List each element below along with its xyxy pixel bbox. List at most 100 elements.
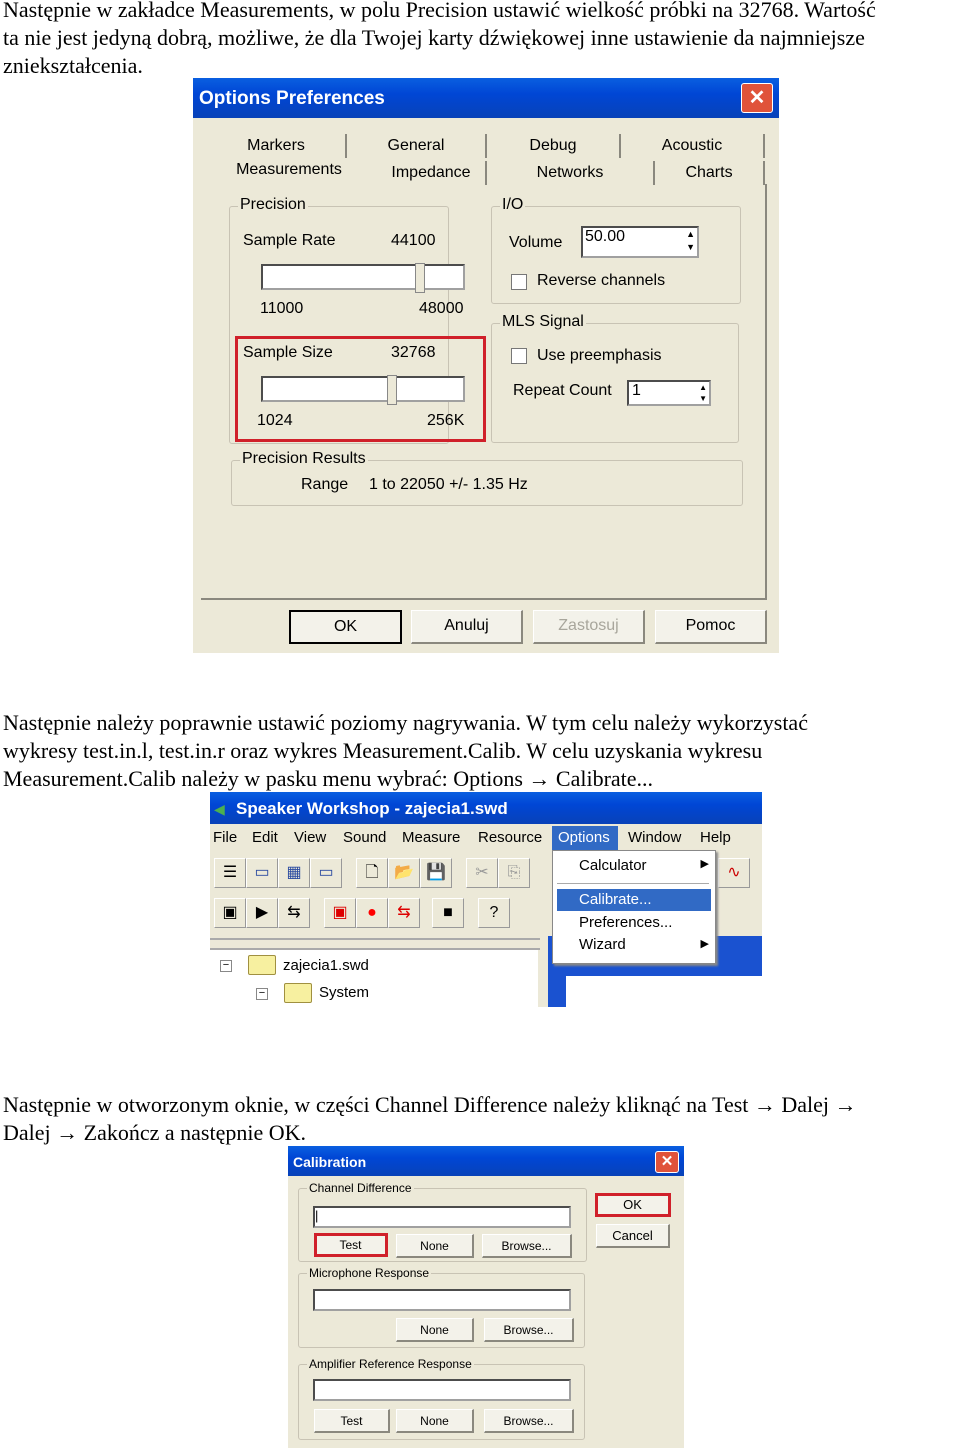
highlight-box (235, 336, 486, 442)
channel-none-button[interactable]: None (396, 1234, 474, 1258)
play-loop-icon[interactable]: ⇆ (278, 898, 310, 928)
record-icon[interactable]: ● (356, 898, 388, 928)
group-label: MLS Signal (500, 313, 586, 331)
repeat-count-label: Repeat Count (513, 382, 612, 399)
preemphasis-label: Use preemphasis (537, 347, 662, 364)
cancel-button[interactable]: Anuluj (411, 610, 523, 644)
amp-test-button[interactable]: Test (314, 1409, 390, 1433)
channel-difference-field[interactable]: | (313, 1206, 571, 1228)
text-line: ta nie jest jedyną dobrą, możliwe, że dl… (3, 25, 865, 50)
chart-icon[interactable]: ∿ (718, 858, 750, 888)
dialog-title: Calibration (288, 1146, 684, 1176)
tab-measurements[interactable]: Measurements (203, 158, 375, 182)
spin-arrows-icon[interactable]: ▲ ▼ (699, 382, 707, 404)
preemphasis-checkbox[interactable] (511, 348, 527, 364)
toolbar-view-icon[interactable]: ▭ (246, 858, 278, 888)
tab-acoustic[interactable]: Acoustic (621, 134, 765, 158)
amplifier-reference-field[interactable] (313, 1379, 571, 1401)
help-button[interactable]: Pomoc (655, 610, 767, 644)
channel-browse-button[interactable]: Browse... (482, 1234, 572, 1258)
tab-networks[interactable]: Networks (487, 161, 655, 185)
options-preferences-dialog: Options Preferences ✕ Markers General De… (193, 78, 779, 653)
speaker-workshop-window: Speaker Workshop - zajecia1.swd ◀ File E… (210, 792, 762, 1007)
menu-help[interactable]: Help (700, 826, 731, 850)
volume-spinner[interactable]: 50.00 ▲ ▼ (581, 226, 699, 258)
window-title: Speaker Workshop - zajecia1.swd (210, 792, 762, 824)
record-window-icon[interactable]: ▣ (324, 898, 356, 928)
collapse-icon[interactable]: − (220, 960, 232, 972)
microphone-response-field[interactable] (313, 1289, 571, 1311)
mic-none-button[interactable]: None (396, 1318, 474, 1342)
calibration-dialog: Calibration ✕ Channel Difference | Test … (288, 1146, 684, 1448)
group-label: Precision Results (240, 450, 368, 468)
paragraph-2: Następnie należy poprawnie ustawić pozio… (3, 709, 808, 793)
tab-debug[interactable]: Debug (487, 134, 621, 158)
menu-file[interactable]: File (213, 826, 237, 850)
range-value: 1 to 22050 +/- 1.35 Hz (369, 476, 528, 493)
folder-icon (248, 955, 276, 975)
new-file-icon[interactable]: 🗋 (356, 858, 388, 888)
open-folder-icon[interactable]: 📂 (388, 858, 420, 888)
ok-button[interactable]: OK (289, 610, 402, 644)
group-label: I/O (500, 196, 526, 214)
menu-bar: File Edit View Sound Measure Resource Op… (210, 826, 762, 850)
menu-sound[interactable]: Sound (343, 826, 386, 850)
group-label: Microphone Response (307, 1266, 432, 1280)
tree-item-zajecia1[interactable]: zajecia1.swd (283, 957, 369, 974)
text-line: Następnie należy poprawnie ustawić pozio… (3, 710, 808, 735)
options-dropdown: Calculator ▶ Calibrate... Preferences...… (552, 850, 716, 964)
toolbar-list-icon[interactable]: ▭ (310, 858, 342, 888)
divider (210, 938, 540, 950)
tab-charts[interactable]: Charts (655, 161, 765, 185)
mic-browse-button[interactable]: Browse... (484, 1318, 574, 1342)
cut-icon[interactable]: ✂ (466, 858, 498, 888)
tree-item-system[interactable]: System (319, 984, 369, 1001)
menu-options[interactable]: Options (552, 826, 618, 850)
sample-rate-slider[interactable] (261, 263, 465, 293)
text-line: Dalej → Zakończ a następnie OK. (3, 1120, 306, 1145)
menu-item-wizard[interactable]: Wizard (579, 936, 626, 953)
group-label: Precision (238, 196, 308, 214)
play-window-icon[interactable]: ▣ (214, 898, 246, 928)
menu-edit[interactable]: Edit (252, 826, 278, 850)
cancel-button[interactable]: Cancel (596, 1224, 670, 1248)
slider-thumb[interactable] (415, 263, 425, 293)
menu-measure[interactable]: Measure (402, 826, 460, 850)
text-line: Measurement.Calib należy w pasku menu wy… (3, 766, 654, 791)
stop-icon[interactable]: ■ (432, 898, 464, 928)
highlight-box (314, 1233, 388, 1257)
group-label: Channel Difference (307, 1181, 414, 1195)
close-icon[interactable]: ✕ (741, 83, 773, 113)
amp-browse-button[interactable]: Browse... (484, 1409, 574, 1433)
menu-window[interactable]: Window (628, 826, 681, 850)
toolbar-grid-icon[interactable]: ▦ (278, 858, 310, 888)
sample-rate-label: Sample Rate (243, 232, 336, 249)
tab-general[interactable]: General (347, 134, 487, 158)
menu-view[interactable]: View (294, 826, 326, 850)
tab-impedance[interactable]: Impedance (377, 161, 487, 185)
close-icon[interactable]: ✕ (655, 1151, 679, 1173)
tree-view-icon[interactable]: ☰ (214, 858, 246, 888)
tab-markers[interactable]: Markers (207, 134, 347, 158)
record-loop-icon[interactable]: ⇆ (388, 898, 420, 928)
apply-button[interactable]: Zastosuj (533, 610, 645, 644)
menu-item-calculator[interactable]: Calculator (579, 857, 647, 874)
repeat-count-spinner[interactable]: 1 ▲ ▼ (627, 380, 711, 406)
amp-none-button[interactable]: None (396, 1409, 474, 1433)
menu-item-preferences[interactable]: Preferences... (579, 914, 672, 931)
text-line: zniekształcenia. (3, 53, 143, 78)
child-window-content (566, 976, 762, 1007)
save-icon[interactable]: 💾 (420, 858, 452, 888)
menu-resource[interactable]: Resource (478, 826, 542, 850)
play-icon[interactable]: ▶ (246, 898, 278, 928)
sample-rate-value: 44100 (391, 232, 436, 249)
menu-separator (557, 883, 709, 884)
help-icon[interactable]: ? (478, 898, 510, 928)
menu-item-calibrate[interactable]: Calibrate... (557, 889, 711, 911)
collapse-icon[interactable]: − (256, 988, 268, 1000)
reverse-channels-checkbox[interactable] (511, 274, 527, 290)
copy-icon[interactable]: ⎘ (498, 858, 530, 888)
text-line: wykresy test.in.l, test.in.r oraz wykres… (3, 738, 763, 763)
highlight-box (595, 1193, 671, 1217)
spin-arrows-icon[interactable]: ▲ ▼ (686, 228, 695, 254)
